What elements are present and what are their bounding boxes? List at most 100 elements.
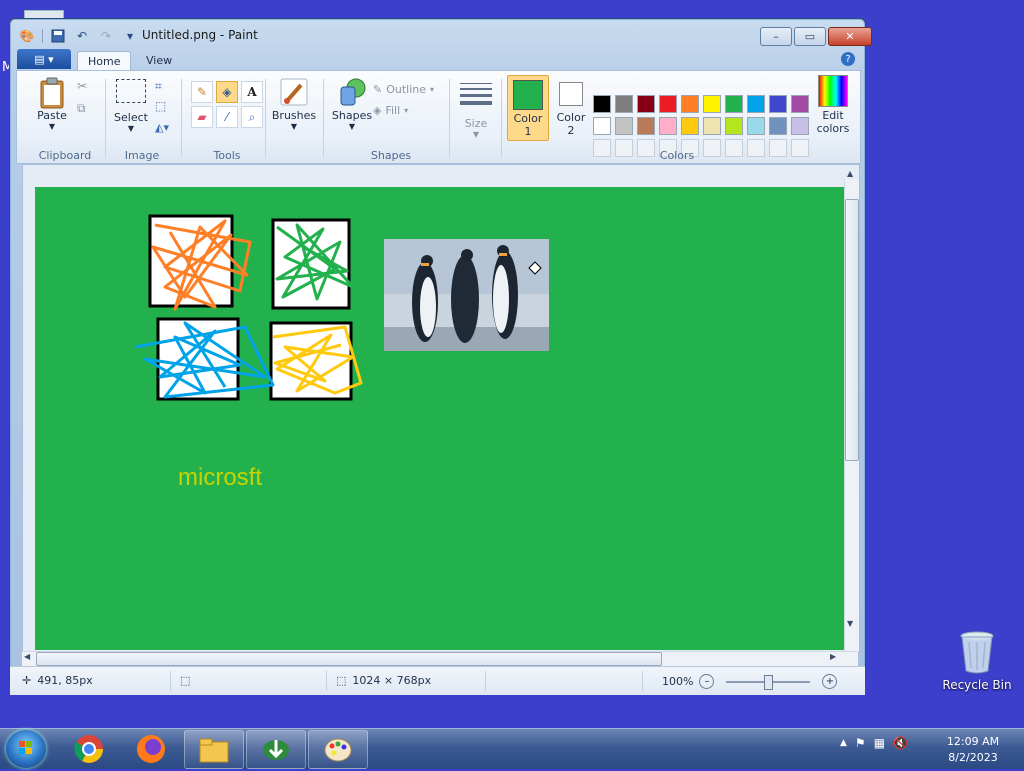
outline-button[interactable]: ✎ Outline ▾ [373, 83, 434, 96]
ribbon-panel: Paste ▼ ✂ ⧉ Clipboard Select ▼ ⌗ ⬚ ◭▾ Im… [16, 70, 861, 164]
paint-app-icon[interactable]: 🎨 [18, 28, 36, 44]
zoom-level: 100% [662, 675, 694, 688]
paste-chevron-down-icon: ▼ [48, 122, 56, 131]
scroll-left-icon[interactable]: ◀ [24, 652, 30, 661]
pencil-icon[interactable]: ✎ [191, 81, 213, 103]
horizontal-scroll-thumb[interactable] [36, 652, 662, 666]
palette-swatch[interactable] [593, 117, 611, 135]
help-icon[interactable]: ? [841, 52, 855, 66]
image-size: ⬚ 1024 × 768px [336, 674, 431, 687]
color2-button[interactable]: Color 2 [551, 75, 591, 139]
palette-swatch[interactable] [725, 95, 743, 113]
zoom-in-button[interactable]: + [822, 674, 838, 689]
paste-button[interactable]: Paste ▼ [27, 77, 77, 131]
action-center-flag-icon[interactable]: ⚑ [855, 736, 866, 750]
network-icon[interactable]: ▦ [874, 736, 885, 750]
size-button[interactable]: Size ▼ [457, 81, 495, 139]
maximize-button[interactable]: ▭ [794, 27, 826, 46]
scroll-right-icon[interactable]: ▶ [830, 652, 836, 661]
line-size-icon [460, 83, 492, 105]
palette-swatch[interactable] [615, 117, 633, 135]
shapes-button[interactable]: Shapes ▼ [329, 77, 375, 131]
volume-muted-icon[interactable]: 🔇 [893, 736, 908, 750]
taskbar-explorer[interactable] [184, 730, 244, 769]
eraser-icon[interactable]: ▰ [191, 106, 213, 128]
text-icon[interactable]: A [241, 81, 263, 103]
crop-icon[interactable]: ⌗ [155, 79, 162, 94]
close-button[interactable]: ✕ [828, 27, 872, 46]
palette-swatch[interactable] [681, 117, 699, 135]
palette-swatch[interactable] [747, 95, 765, 113]
resize-icon[interactable]: ⬚ [155, 99, 166, 113]
color1-swatch [513, 80, 543, 110]
palette-swatch[interactable] [637, 95, 655, 113]
magnifier-icon[interactable]: ⌕ [241, 106, 263, 128]
fill-button[interactable]: ◈ Fill ▾ [373, 104, 408, 117]
window-controls: – ▭ ✕ [760, 27, 872, 46]
taskbar-paint[interactable] [308, 730, 368, 769]
zoom-slider[interactable] [726, 674, 811, 690]
paint-palette-icon [324, 738, 352, 761]
taskbar-downloader[interactable] [246, 730, 306, 769]
zoom-out-button[interactable]: – [699, 674, 715, 689]
palette-swatch[interactable] [747, 117, 765, 135]
taskbar-chrome[interactable] [60, 730, 118, 767]
trash-icon [959, 630, 995, 674]
palette-swatch[interactable] [659, 95, 677, 113]
fill-bucket-icon[interactable]: ◈ [216, 81, 238, 103]
vertical-scroll-thumb[interactable] [845, 199, 859, 461]
color-picker-icon[interactable]: ⁄ [216, 106, 238, 128]
clock-date: 8/2/2023 [948, 751, 998, 764]
color1-num: 1 [524, 125, 532, 138]
copy-icon[interactable]: ⧉ [77, 101, 93, 116]
taskbar-clock[interactable]: 12:09 AM 8/2/2023 [938, 734, 1008, 766]
zoom-slider-thumb[interactable] [764, 674, 774, 690]
palette-swatch[interactable] [769, 117, 787, 135]
palette-swatch[interactable] [703, 117, 721, 135]
rotate-icon[interactable]: ◭▾ [155, 121, 169, 134]
save-icon[interactable] [49, 28, 67, 44]
color2-num: 2 [567, 124, 575, 137]
taskbar-firefox[interactable] [122, 730, 180, 767]
start-button[interactable] [6, 730, 46, 768]
edit-colors-button[interactable]: Edit colors [813, 75, 853, 135]
palette-swatch[interactable] [703, 95, 721, 113]
download-manager-icon [263, 739, 289, 760]
recycle-bin-icon[interactable]: Recycle Bin [940, 628, 1014, 692]
brushes-button[interactable]: Brushes ▼ [269, 77, 319, 131]
palette-swatch[interactable] [681, 95, 699, 113]
redo-icon[interactable]: ↷ [97, 28, 115, 44]
rainbow-icon [818, 75, 848, 107]
cut-icon[interactable]: ✂ [77, 79, 93, 93]
palette-swatch[interactable] [791, 117, 809, 135]
customize-toolbar-chevron-down-icon[interactable]: ▾ [121, 28, 139, 44]
title-bar[interactable]: 🎨 ↶ ↷ ▾ Untitled.png - Paint – ▭ ✕ [10, 19, 872, 47]
recycle-bin-label: Recycle Bin [942, 678, 1012, 692]
select-button[interactable]: Select ▼ [111, 79, 151, 133]
palette-swatch[interactable] [791, 95, 809, 113]
windows-logo-icon [19, 741, 32, 754]
palette-swatch[interactable] [659, 117, 677, 135]
undo-icon[interactable]: ↶ [73, 28, 91, 44]
tab-view[interactable]: View [136, 51, 182, 70]
clipboard-icon [39, 77, 65, 109]
color1-button[interactable]: Color 1 [507, 75, 549, 141]
minimize-button[interactable]: – [760, 27, 792, 46]
palette-swatch[interactable] [769, 95, 787, 113]
drawing-canvas[interactable]: microsft [35, 187, 853, 650]
palette-swatch[interactable] [615, 95, 633, 113]
tab-home[interactable]: Home [77, 51, 132, 71]
selection-rect-icon [116, 79, 146, 103]
canvas-text: microsft [178, 464, 262, 491]
palette-swatch[interactable] [593, 95, 611, 113]
show-hidden-icons-chevron-up-icon[interactable]: ▲ [840, 738, 847, 748]
clock-time: 12:09 AM [946, 735, 1000, 748]
palette-swatch[interactable] [725, 117, 743, 135]
size-chevron-down-icon: ▼ [472, 130, 480, 139]
edit-colors-label: Edit [822, 109, 844, 122]
scroll-down-icon[interactable]: ▼ [847, 619, 853, 628]
file-menu-button[interactable]: ▤ ▾ [17, 49, 71, 69]
palette-swatch[interactable] [637, 117, 655, 135]
scroll-up-icon[interactable]: ▲ [847, 169, 853, 178]
fill-chevron-down-icon: ▾ [404, 106, 409, 115]
